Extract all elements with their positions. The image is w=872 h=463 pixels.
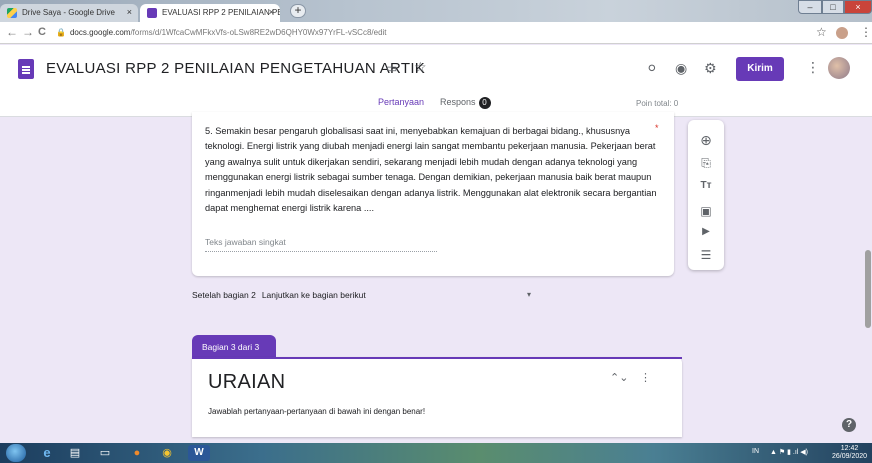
taskbar: e ▤ ▭ ● ◉ W IN ▲ ⚑ ▮ .ıl ◀) 12:42 26/09/… [0,443,872,463]
section-title[interactable]: URAIAN [208,371,285,394]
after-section-label: Setelah bagian 2 [192,290,256,300]
section-description[interactable]: Jawablah pertanyaan-pertanyaan di bawah … [208,407,425,416]
bookmark-star-icon[interactable]: ☆ [816,25,827,39]
tray-icons[interactable]: ▲ ⚑ ▮ .ıl ◀) [770,448,808,456]
question-text: 5. Semakin besar pengaruh globalisasi sa… [205,126,657,214]
url-path: /forms/d/1WfcaCwMFkxVfs-oLSw8RE2wD6QHY0W… [130,28,387,37]
tab-responses[interactable]: Respons 0 [440,97,491,109]
close-tab-icon[interactable]: × [269,7,274,17]
more-options-icon[interactable]: ⋮ [806,59,820,76]
chrome-icon[interactable]: ◉ [156,445,178,461]
section-header-card[interactable]: URAIAN Jawablah pertanyaan-pertanyaan di… [192,357,682,437]
browser-menu-icon[interactable]: ⋮ [860,25,872,39]
form-title[interactable]: EVALUASI RPP 2 PENILAIAN PENGETAHUAN ART… [46,60,425,77]
section-more-icon[interactable]: ⋮ [640,371,651,384]
short-answer-field: Teks jawaban singkat [205,237,437,252]
explorer-icon[interactable]: ▤ [64,445,86,461]
avatar[interactable] [828,57,850,79]
lock-icon: 🔒 [56,28,66,37]
language-indicator[interactable]: IN [752,448,759,455]
browser-tab-strip: Drive Saya - Google Drive × EVALUASI RPP… [0,0,872,22]
add-video-icon[interactable]: ▶ [688,226,724,237]
word-icon[interactable]: W [188,445,210,461]
clock-date: 26/09/2020 [832,453,868,460]
points-total: Poin total: 0 [636,99,679,108]
question-toolbar: ⊕ ⎘ Tт ▣ ▶ ☰ [688,120,724,270]
back-button[interactable]: ← [6,25,18,39]
after-section-select[interactable]: Lanjutkan ke bagian berikut [262,290,366,300]
add-question-icon[interactable]: ⊕ [688,132,724,149]
folder-icon[interactable]: ▭ [386,61,397,75]
forward-button[interactable]: → [22,25,34,39]
responses-count-badge: 0 [478,97,491,109]
send-button[interactable]: Kirim [736,57,784,81]
add-title-icon[interactable]: Tт [688,180,724,191]
tab-title: Drive Saya - Google Drive [22,8,115,17]
clock[interactable]: 12:42 26/09/2020 [832,445,867,461]
star-icon[interactable]: ☆ [414,59,427,76]
clock-time: 12:42 [840,445,859,452]
forms-header: EVALUASI RPP 2 PENILAIAN PENGETAHUAN ART… [0,45,872,117]
gear-icon[interactable]: ⚙ [704,60,717,77]
after-section-row: Setelah bagian 2 Lanjutkan ke bagian beri… [192,290,366,300]
collapse-section-icon[interactable]: ⌃⌄ [610,371,628,384]
google-forms-icon [147,8,157,18]
chevron-down-icon[interactable]: ▾ [527,290,531,299]
minimize-button[interactable]: – [798,0,822,14]
extension-icon[interactable] [836,27,848,39]
address-bar: ← → C 🔒 docs.google.com/forms/d/1WfcaCwMF… [0,22,872,44]
folder-icon[interactable]: ▭ [94,445,116,461]
start-button[interactable] [6,444,26,462]
help-icon[interactable]: ? [842,418,856,432]
reload-button[interactable]: C [38,26,46,38]
maximize-button[interactable]: □ [822,0,844,14]
import-questions-icon[interactable]: ⎘ [688,156,724,171]
tab-title: EVALUASI RPP 2 PENILAIAN PEN [162,8,280,17]
google-forms-logo-icon[interactable] [18,59,34,79]
palette-icon[interactable]: ⚪ [646,60,658,77]
url-host: docs.google.com [69,28,131,37]
tab-questions[interactable]: Pertanyaan [378,97,424,107]
add-image-icon[interactable]: ▣ [688,204,724,218]
new-tab-button[interactable]: + [290,4,306,18]
scrollbar-thumb[interactable] [865,250,871,328]
add-section-icon[interactable]: ☰ [688,248,724,262]
section-accent-bar [192,357,682,359]
close-window-button[interactable]: × [844,0,872,14]
tab-google-drive[interactable]: Drive Saya - Google Drive × [0,4,138,22]
required-mark: * [655,123,659,133]
tab-responses-label: Respons [440,97,476,107]
ie-icon[interactable]: e [36,445,58,461]
firefox-icon[interactable]: ● [126,445,148,461]
url-field[interactable]: 🔒 docs.google.com/forms/d/1WfcaCwMFkxVfs-… [56,28,387,37]
eye-icon[interactable]: ◉ [675,60,687,77]
tab-google-forms[interactable]: EVALUASI RPP 2 PENILAIAN PEN × [140,4,280,22]
section-label: Bagian 3 dari 3 [192,335,276,359]
google-drive-icon [7,8,17,18]
question-card[interactable]: 5. Semakin besar pengaruh globalisasi sa… [192,112,674,276]
close-tab-icon[interactable]: × [127,7,132,17]
